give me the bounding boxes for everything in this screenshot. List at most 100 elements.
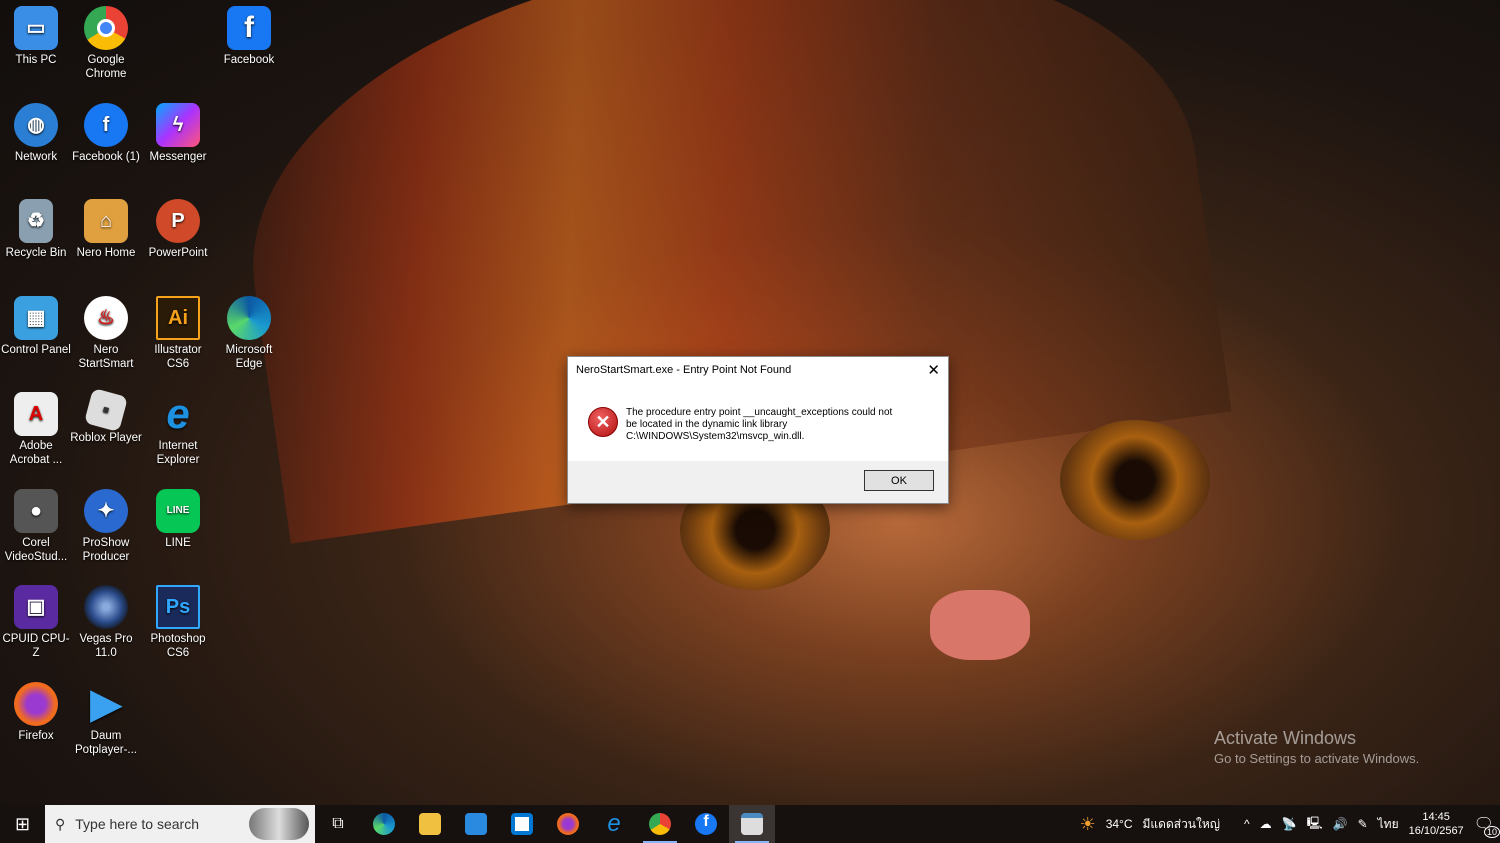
desktop-icon-internet-explorer[interactable]: e Internet Explorer [142,392,214,467]
potplayer-icon: ▶ [90,682,122,726]
window-icon [741,813,763,835]
icon-label: Daum Potplayer-... [75,730,137,756]
taskbar-facebook[interactable]: f [683,805,729,843]
weather-text[interactable]: มีแดดส่วนใหญ่ [1143,815,1221,834]
icon-label: Nero StartSmart [78,344,134,370]
taskbar-mail[interactable] [453,805,499,843]
chrome-icon [649,813,671,835]
start-button[interactable]: ⊞ [0,805,45,843]
message-line: C:\WINDOWS\System32\msvcp_win.dll. [626,431,805,442]
desktop-icon-nero-home[interactable]: ⌂ Nero Home [70,199,142,260]
desktop-icon-recycle-bin[interactable]: ♻ Recycle Bin [0,199,72,260]
windows-logo-icon: ⊞ [14,813,31,834]
desktop-icon-corel-videostudio[interactable]: ● Corel VideoStud... [0,489,72,564]
facebook-icon: f [84,103,128,147]
watermark-subtitle: Go to Settings to activate Windows. [1214,751,1420,766]
taskbar-chrome[interactable] [637,805,683,843]
icon-label: Firefox [18,730,54,742]
icon-label: Network [14,151,58,163]
clock[interactable]: 14:45 16/10/2567 [1409,810,1464,838]
desktop-icon-photoshop[interactable]: Ps Photoshop CS6 [142,585,214,660]
desktop-icon-firefox[interactable]: Firefox [0,682,72,743]
notification-center-button[interactable]: 🗨 10 [1474,814,1500,838]
task-view-button[interactable]: ⧉ [315,805,361,843]
taskbar-internet-explorer[interactable]: e [591,805,637,843]
icon-label: Messenger [149,151,207,163]
icon-label: Photoshop CS6 [150,633,206,659]
system-tray: ☀ 34°C มีแดดส่วนใหญ่ ^ ☁ 📡 🖳 🔊 ✎ ไทย 14:… [1080,810,1500,838]
cpuz-icon: ▣ [14,585,58,629]
icon-label: Google Chrome [85,54,127,80]
network-icon[interactable]: 🖳 [1307,814,1323,835]
icon-label: Roblox Player [70,432,142,444]
icon-label: Facebook [223,54,275,66]
desktop-icon-nero-startsmart[interactable]: ♨ Nero StartSmart [70,296,142,371]
control-panel-icon: ▦ [14,296,58,340]
desktop-icon-illustrator[interactable]: Ai Illustrator CS6 [142,296,214,371]
desktop-icon-powerpoint[interactable]: P PowerPoint [142,199,214,260]
internet-explorer-icon: e [166,390,190,437]
desktop-icon-proshow[interactable]: ✦ ProShow Producer [70,489,142,564]
dialog-message: The procedure entry point __uncaught_exc… [626,407,936,443]
chevron-up-icon[interactable]: ^ [1244,817,1250,831]
desktop-icon-facebook-1[interactable]: f Facebook (1) [70,103,142,164]
icon-label: Control Panel [1,344,71,356]
desktop-icon-network[interactable]: ◍ Network [0,103,72,164]
dialog-title: NeroStartSmart.exe - Entry Point Not Fou… [576,364,792,376]
adobe-acrobat-icon: A [14,392,58,436]
powerpoint-icon: P [156,199,200,243]
wallpaper-eye-right [1060,420,1210,540]
error-dialog: NeroStartSmart.exe - Entry Point Not Fou… [567,356,949,504]
pen-icon[interactable]: ✎ [1358,817,1368,831]
ok-button[interactable]: OK [864,470,934,491]
desktop-icon-google-chrome[interactable]: Google Chrome [70,6,142,81]
error-icon: ✕ [588,407,618,437]
desktop-icon-adobe-acrobat[interactable]: A Adobe Acrobat ... [0,392,72,467]
proshow-icon: ✦ [84,489,128,533]
icon-label: This PC [15,54,57,66]
icon-label: Recycle Bin [5,247,67,259]
satellite-icon[interactable]: 📡 [1282,817,1297,831]
search-placeholder: Type here to search [75,816,200,832]
desktop-icon-facebook[interactable]: f Facebook [213,6,285,67]
firefox-icon [557,813,579,835]
dialog-footer: OK [568,461,948,503]
mail-icon [465,813,487,835]
facebook-icon: f [695,813,717,835]
this-pc-icon: ▭ [14,6,58,50]
weather-icon[interactable]: ☀ [1080,814,1096,835]
desktop-icon-microsoft-edge[interactable]: Microsoft Edge [213,296,285,371]
corel-videostudio-icon: ● [14,489,58,533]
desktop-icon-potplayer[interactable]: ▶ Daum Potplayer-... [70,682,142,757]
taskbar-nero-dialog[interactable] [729,805,775,843]
taskbar-firefox[interactable] [545,805,591,843]
icon-label: ProShow Producer [82,537,130,563]
message-line: The procedure entry point __uncaught_exc… [626,407,893,418]
nero-home-icon: ⌂ [84,199,128,243]
facebook-icon: f [227,6,271,50]
icon-label: Facebook (1) [72,151,140,163]
taskbar-file-explorer[interactable] [407,805,453,843]
desktop-icon-line[interactable]: LINE LINE [142,489,214,550]
weather-temp[interactable]: 34°C [1106,817,1133,831]
desktop-icon-roblox[interactable]: ▪ Roblox Player [70,387,142,445]
language-indicator[interactable]: ไทย [1378,815,1399,834]
icon-label: Nero Home [76,247,136,259]
volume-icon[interactable]: 🔊 [1333,817,1348,831]
icon-label: Illustrator CS6 [154,344,202,370]
close-icon[interactable]: ✕ [927,361,940,379]
taskbar: ⊞ ⚲ Type here to search ⧉ e f ☀ 34°C มีแ… [0,805,1500,843]
vegas-pro-icon [84,585,128,629]
desktop-icon-cpuz[interactable]: ▣ CPUID CPU-Z [0,585,72,660]
onedrive-icon[interactable]: ☁ [1260,817,1272,831]
message-line: be located in the dynamic link library [626,419,788,430]
desktop-icon-vegas-pro[interactable]: Vegas Pro 11.0 [70,585,142,660]
taskbar-edge[interactable] [361,805,407,843]
desktop-icon-messenger[interactable]: ϟ Messenger [142,103,214,164]
desktop-icon-this-pc[interactable]: ▭ This PC [0,6,72,67]
desktop-icon-control-panel[interactable]: ▦ Control Panel [0,296,72,357]
icon-label: LINE [165,537,191,549]
date: 16/10/2567 [1408,825,1464,837]
taskbar-store[interactable] [499,805,545,843]
search-box[interactable]: ⚲ Type here to search [45,805,315,843]
